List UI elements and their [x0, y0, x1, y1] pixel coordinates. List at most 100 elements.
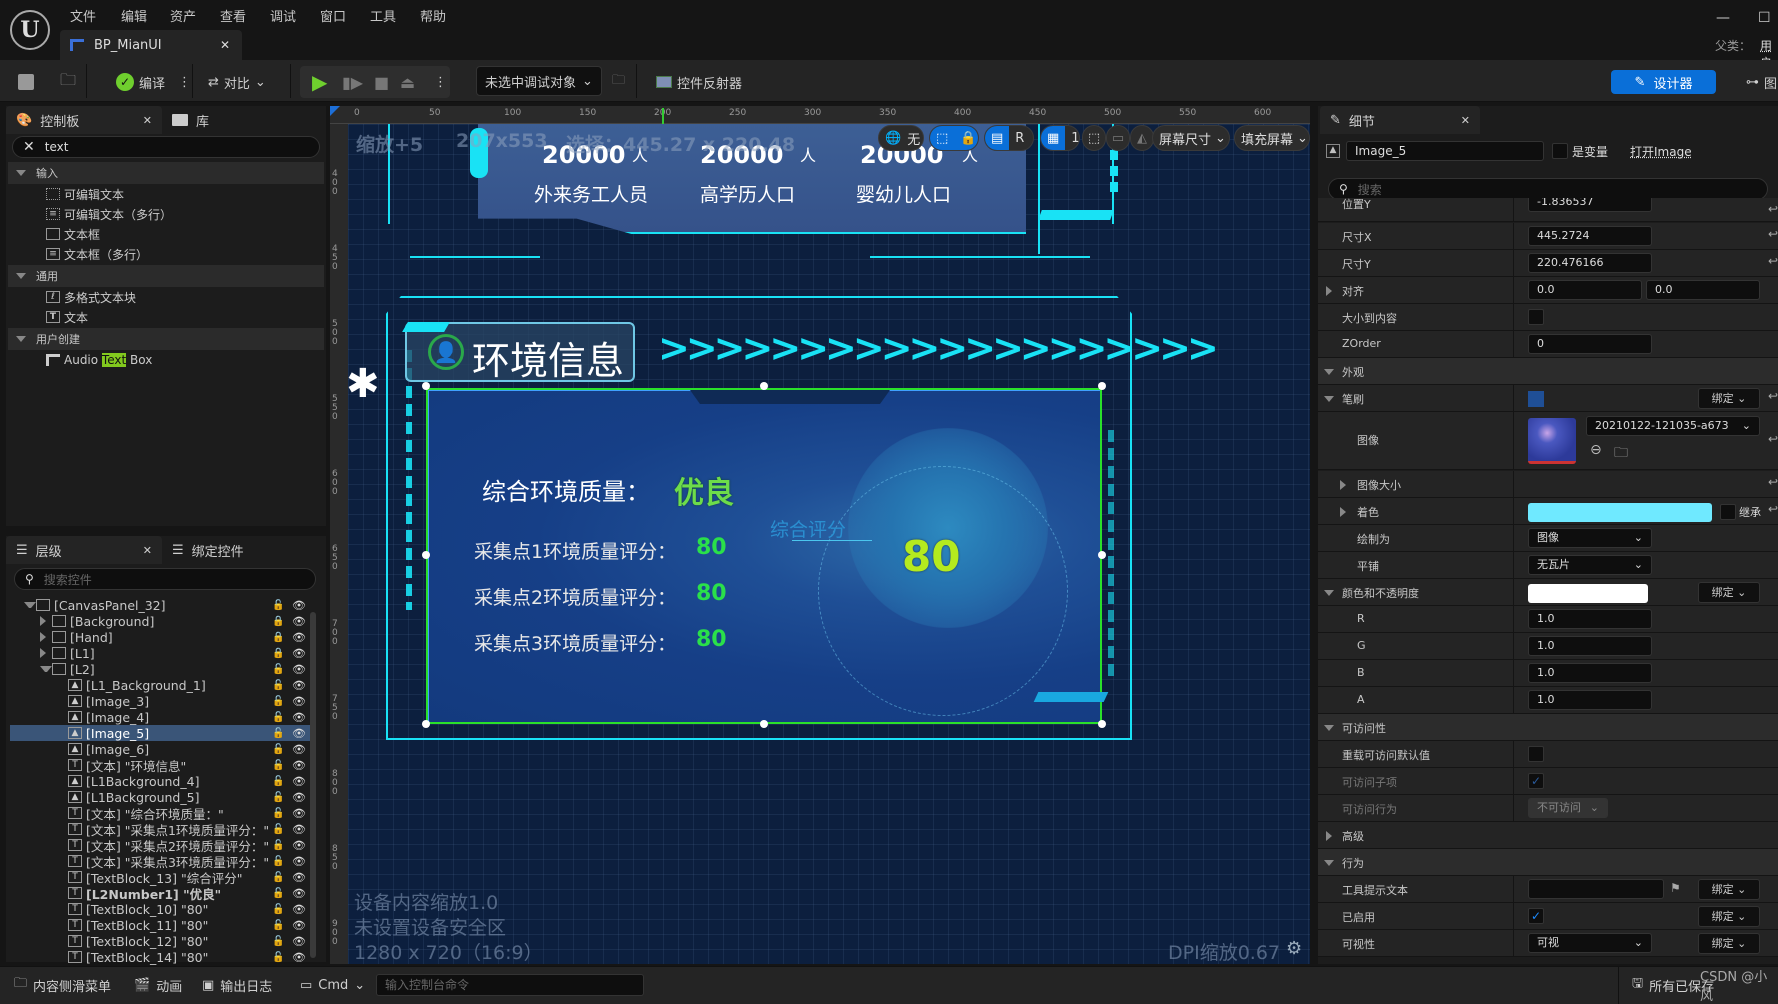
is-variable-checkbox[interactable]	[1552, 143, 1568, 159]
hierarchy-search-input[interactable]: ⚲ 搜索控件	[14, 568, 316, 590]
visibility-eye-icon[interactable]: 👁	[292, 935, 306, 948]
unlock-icon[interactable]: 🔓	[272, 872, 284, 883]
unlock-icon[interactable]: 🔓	[272, 792, 284, 803]
unlock-icon[interactable]: 🔓	[272, 760, 284, 771]
play-button[interactable]: ▶	[312, 70, 327, 94]
unreal-logo-icon[interactable]: U	[10, 10, 50, 50]
bind-dropdown[interactable]: 绑定 ⌄	[1698, 879, 1760, 900]
menu-tools[interactable]: 工具	[370, 6, 396, 25]
bind-dropdown[interactable]: 绑定 ⌄	[1698, 388, 1760, 409]
palette-item-rich-text[interactable]: ℓ 多格式文本块	[46, 287, 136, 307]
reset-icon[interactable]: ↩	[1768, 432, 1778, 446]
resize-handle[interactable]	[422, 551, 430, 559]
visibility-eye-icon[interactable]: 👁	[292, 855, 306, 868]
unlock-icon[interactable]: 🔓	[272, 952, 284, 963]
visibility-eye-icon[interactable]: 👁	[292, 887, 306, 900]
collapse-icon[interactable]	[40, 666, 52, 672]
unlock-icon[interactable]: 🔓	[272, 696, 284, 707]
g-input[interactable]: 1.0	[1528, 636, 1652, 656]
zorder-input[interactable]: 0	[1528, 334, 1652, 354]
graph-mode-button[interactable]: ⊶ 图	[1746, 70, 1777, 94]
maximize-icon[interactable]: ☐	[1758, 10, 1771, 26]
reset-icon[interactable]: ↩	[1768, 502, 1778, 516]
resize-handle[interactable]	[1098, 551, 1106, 559]
anchor-icon[interactable]: ✱	[346, 364, 380, 404]
size-to-content-checkbox[interactable]	[1528, 309, 1544, 325]
designer-mode-button[interactable]: ✎ 设计器	[1611, 70, 1716, 94]
world-space-toggle[interactable]: 🌐 无	[878, 125, 924, 151]
unlock-icon[interactable]: 🔓	[272, 744, 284, 755]
tree-row[interactable]: T [TextBlock_11] "80" 🔓 👁	[10, 917, 310, 933]
tree-row[interactable]: ▲ [Image_4] 🔓 👁	[10, 709, 310, 725]
prop-brush[interactable]: 笔刷 绑定 ⌄ ↩	[1318, 385, 1778, 412]
tree-row[interactable]: [Background] 🔒 👁	[10, 613, 310, 629]
b-input[interactable]: 1.0	[1528, 663, 1652, 683]
unlock-icon[interactable]: 🔓	[272, 888, 284, 899]
image-asset-dropdown[interactable]: 20210122-121035-a673 ⌄	[1586, 416, 1760, 436]
close-tab-icon[interactable]: ✕	[143, 544, 152, 557]
position-y-input[interactable]: -1.836537	[1528, 198, 1652, 212]
size-y-input[interactable]: 220.476166	[1528, 253, 1652, 273]
tree-row[interactable]: [Hand] 🔒 👁	[10, 629, 310, 645]
unlock-icon[interactable]: 🔓	[272, 904, 284, 915]
reset-icon[interactable]: ↩	[1768, 475, 1778, 489]
section-accessibility[interactable]: 可访问性	[1318, 714, 1778, 741]
tree-row[interactable]: T [TextBlock_12] "80" 🔓 👁	[10, 933, 310, 949]
tree-row[interactable]: T [文本] "环境信息" 🔓 👁	[10, 757, 310, 774]
compile-options-icon[interactable]: ⋮	[178, 75, 191, 90]
unlock-icon[interactable]: 🔓	[272, 776, 284, 787]
visibility-eye-icon[interactable]: 👁	[292, 647, 306, 660]
document-tab[interactable]: BP_MianUI ✕	[60, 30, 242, 60]
expand-icon[interactable]	[40, 632, 52, 642]
play-options-button[interactable]: ⋮	[434, 70, 447, 94]
visibility-eye-icon[interactable]: 👁	[292, 711, 306, 724]
visibility-eye-icon[interactable]: 👁	[292, 599, 306, 612]
color-opacity-swatch[interactable]	[1528, 584, 1648, 603]
output-log-button[interactable]: ▣ 输出日志	[202, 974, 272, 996]
menu-asset[interactable]: 资产	[170, 6, 196, 25]
visibility-eye-icon[interactable]: 👁	[292, 663, 306, 676]
flip-button[interactable]: ◭	[1130, 125, 1154, 151]
inherit-checkbox[interactable]	[1720, 504, 1736, 520]
prop-tint[interactable]: 着色 继承 ↩	[1318, 498, 1778, 525]
tree-row[interactable]: [L2] 🔓 👁	[10, 661, 310, 677]
tree-row[interactable]: ▲ [L1Background_4] 🔓 👁	[10, 773, 310, 789]
menu-view[interactable]: 查看	[220, 6, 246, 25]
use-selected-asset-icon[interactable]: ⊖	[1590, 442, 1602, 458]
reset-icon[interactable]: ↩	[1768, 389, 1778, 403]
console-command-input[interactable]: 输入控制台命令	[376, 974, 644, 996]
visibility-eye-icon[interactable]: 👁	[292, 791, 306, 804]
palette-item-editable-text[interactable]: 可编辑文本	[46, 184, 124, 204]
lock-icon[interactable]: 🔒	[272, 632, 284, 643]
stop-button[interactable]: ■	[374, 70, 389, 94]
prop-color-opacity[interactable]: 颜色和不透明度 绑定 ⌄	[1318, 579, 1778, 606]
palette-item-text[interactable]: T 文本	[46, 307, 88, 327]
palette-item-audio-text-box[interactable]: Audio Text Box	[46, 350, 152, 370]
tab-palette[interactable]: 🎨 控制板 ✕	[6, 106, 162, 134]
lock-icon[interactable]: 🔒	[272, 616, 284, 627]
visibility-eye-icon[interactable]: 👁	[292, 727, 306, 740]
details-search-input[interactable]: ⚲ 搜索	[1328, 178, 1768, 200]
visibility-eye-icon[interactable]: 👁	[292, 839, 306, 852]
unlock-icon[interactable]: 🔓	[272, 840, 284, 851]
animation-button[interactable]: 🎬 动画	[134, 974, 182, 996]
alignment-y-input[interactable]: 0.0	[1646, 280, 1760, 300]
widget-name-input[interactable]: Image_5	[1346, 141, 1544, 161]
size-x-input[interactable]: 445.2724	[1528, 226, 1652, 246]
debug-target-dropdown[interactable]: 未选中调试对象 ⌄	[476, 66, 602, 96]
visibility-eye-icon[interactable]: 👁	[292, 695, 306, 708]
menu-window[interactable]: 窗口	[320, 6, 346, 25]
bind-dropdown[interactable]: 绑定 ⌄	[1698, 933, 1760, 954]
visibility-eye-icon[interactable]: 👁	[292, 615, 306, 628]
override-accessible-checkbox[interactable]	[1528, 746, 1544, 762]
tooltip-input[interactable]	[1528, 879, 1664, 899]
tab-details[interactable]: ✎ 细节 ✕	[1320, 106, 1480, 134]
tree-row[interactable]: ▲ [Image_3] 🔓 👁	[10, 693, 310, 709]
browse-button[interactable]: 🗀	[60, 70, 76, 94]
tree-row[interactable]: ▲ [L1_Background_1] 🔓 👁	[10, 677, 310, 693]
resize-handle[interactable]	[422, 720, 430, 728]
palette-item-editable-text-multiline[interactable]: ≡ 可编辑文本（多行）	[46, 204, 172, 224]
category-input[interactable]: 输入	[8, 162, 324, 184]
eject-button[interactable]: ⏏	[400, 70, 415, 94]
expand-icon[interactable]	[40, 616, 52, 626]
